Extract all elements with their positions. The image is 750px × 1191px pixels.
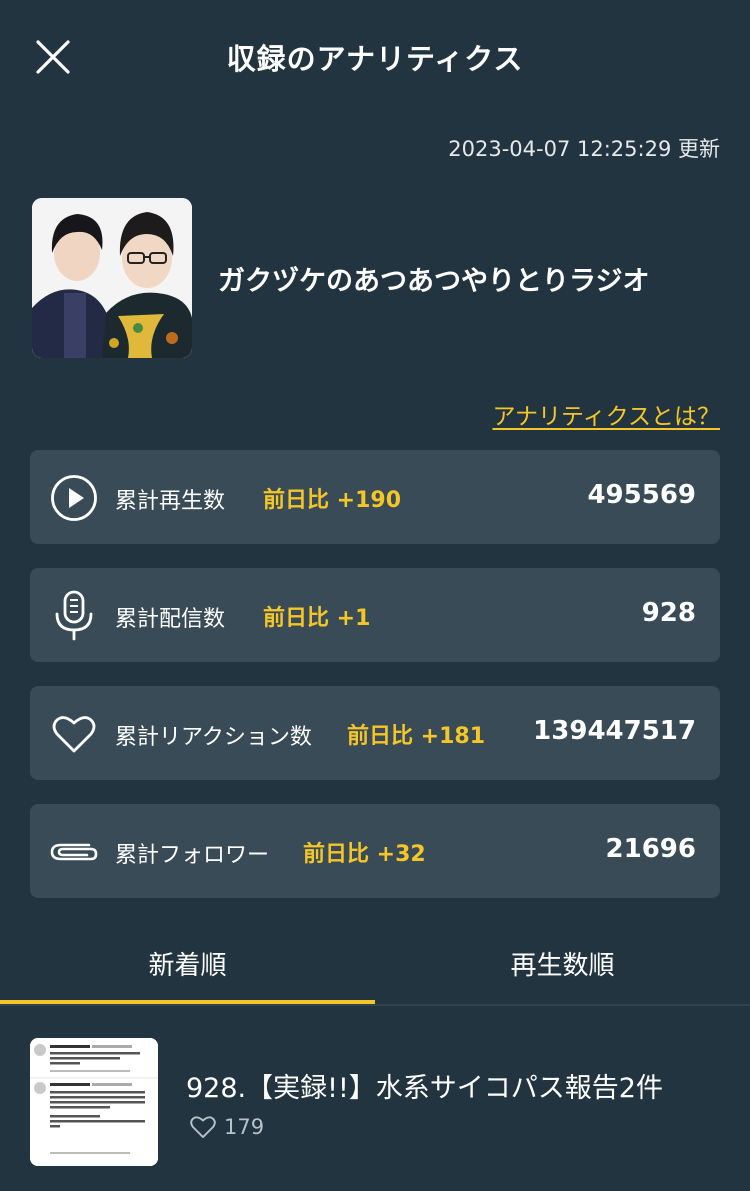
episode-likes: 179 [190, 1113, 264, 1141]
stat-delta: 前日比 +181 [347, 724, 486, 749]
tab-most-played[interactable]: 再生数順 [375, 920, 750, 1006]
stat-value: 139447517 [533, 716, 696, 746]
heart-icon [48, 708, 100, 760]
stat-card-plays: 累計再生数 前日比 +190 495569 [30, 450, 720, 544]
stat-label: 累計リアクション数 [115, 725, 312, 750]
stat-value: 928 [641, 598, 696, 628]
divider [0, 1004, 750, 1006]
channel-name: ガクヅケのあつあつやりとりラジオ [218, 266, 650, 297]
stat-delta: 前日比 +1 [263, 606, 371, 631]
stat-value: 21696 [605, 834, 696, 864]
page-title: 収録のアナリティクス [226, 42, 524, 76]
stat-delta: 前日比 +32 [303, 842, 426, 867]
sort-tabs: 新着順 再生数順 [0, 920, 750, 1006]
analytics-screen: 収録のアナリティクス 2023-04-07 12:25:29 更新 ガクヅケのあ… [0, 0, 750, 1191]
stat-label: 累計再生数 [115, 489, 226, 514]
updated-timestamp: 2023-04-07 12:25:29 更新 [448, 137, 720, 161]
episode-title[interactable]: 928.【実録!!】水系サイコパス報告2件 [186, 1066, 663, 1105]
stat-card-episodes: 累計配信数 前日比 +1 928 [30, 568, 720, 662]
stat-card-followers: 累計フォロワー 前日比 +32 21696 [30, 804, 720, 898]
stat-label: 累計配信数 [115, 607, 226, 632]
stat-card-reactions: 累計リアクション数 前日比 +181 139447517 [30, 686, 720, 780]
episode-thumbnail[interactable] [30, 1038, 158, 1166]
stat-value: 495569 [587, 480, 696, 510]
play-icon [48, 472, 100, 524]
paperclip-icon [48, 826, 100, 878]
heart-icon [190, 1116, 216, 1138]
stat-delta: 前日比 +190 [263, 488, 402, 513]
header: 収録のアナリティクス [0, 0, 750, 110]
likes-count: 179 [224, 1115, 265, 1139]
channel-artwork [32, 198, 192, 358]
tab-newest[interactable]: 新着順 [0, 920, 375, 1006]
microphone-icon [48, 590, 100, 642]
stat-label: 累計フォロワー [115, 843, 270, 868]
about-analytics-link[interactable]: アナリティクスとは？ [493, 397, 720, 431]
